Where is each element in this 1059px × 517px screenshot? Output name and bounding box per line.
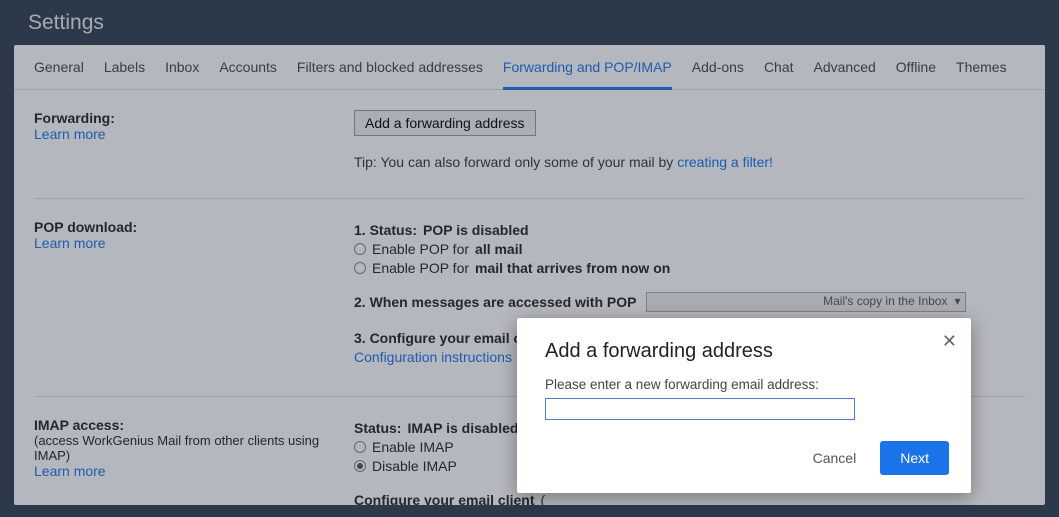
- cancel-button[interactable]: Cancel: [809, 444, 861, 472]
- dialog-title: Add a forwarding address: [545, 340, 943, 363]
- add-forwarding-dialog: ✕ Add a forwarding address Please enter …: [517, 318, 971, 493]
- dialog-prompt: Please enter a new forwarding email addr…: [545, 377, 943, 392]
- next-button[interactable]: Next: [880, 441, 949, 475]
- close-icon[interactable]: ✕: [942, 332, 957, 350]
- forwarding-email-input[interactable]: [545, 398, 855, 420]
